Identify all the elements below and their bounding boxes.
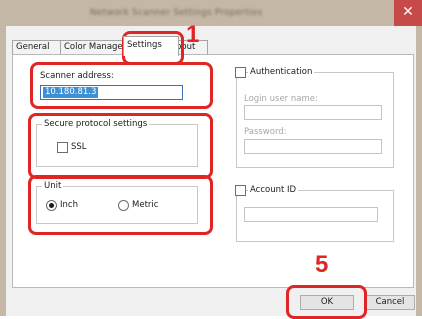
highlight-unit — [28, 175, 213, 235]
close-icon: ✕ — [402, 4, 414, 20]
password-input[interactable] — [244, 139, 382, 154]
cancel-button[interactable]: Cancel — [365, 295, 415, 310]
window-title: Network Scanner Settings Properties — [90, 8, 263, 18]
account-id-input[interactable] — [244, 207, 378, 222]
account-id-label: Account ID — [248, 185, 299, 195]
highlight-secure-protocol — [28, 113, 213, 179]
password-label: Password: — [244, 127, 287, 137]
tab-general[interactable]: General — [12, 40, 66, 55]
step-number-1: 1 — [186, 21, 200, 48]
highlight-scanner-address — [30, 62, 213, 109]
authentication-label: Authentication — [248, 67, 315, 77]
highlight-ok-button — [286, 285, 367, 319]
tab-settings[interactable]: Settings — [123, 36, 179, 56]
login-user-name-input[interactable] — [244, 105, 382, 120]
close-button[interactable]: ✕ — [394, 0, 422, 26]
account-id-checkbox[interactable] — [235, 185, 246, 196]
tab-color-management[interactable]: Color Manageme — [60, 40, 128, 55]
authentication-checkbox[interactable] — [235, 67, 246, 78]
login-user-name-label: Login user name: — [244, 94, 318, 104]
step-number-5: 5 — [315, 251, 329, 278]
